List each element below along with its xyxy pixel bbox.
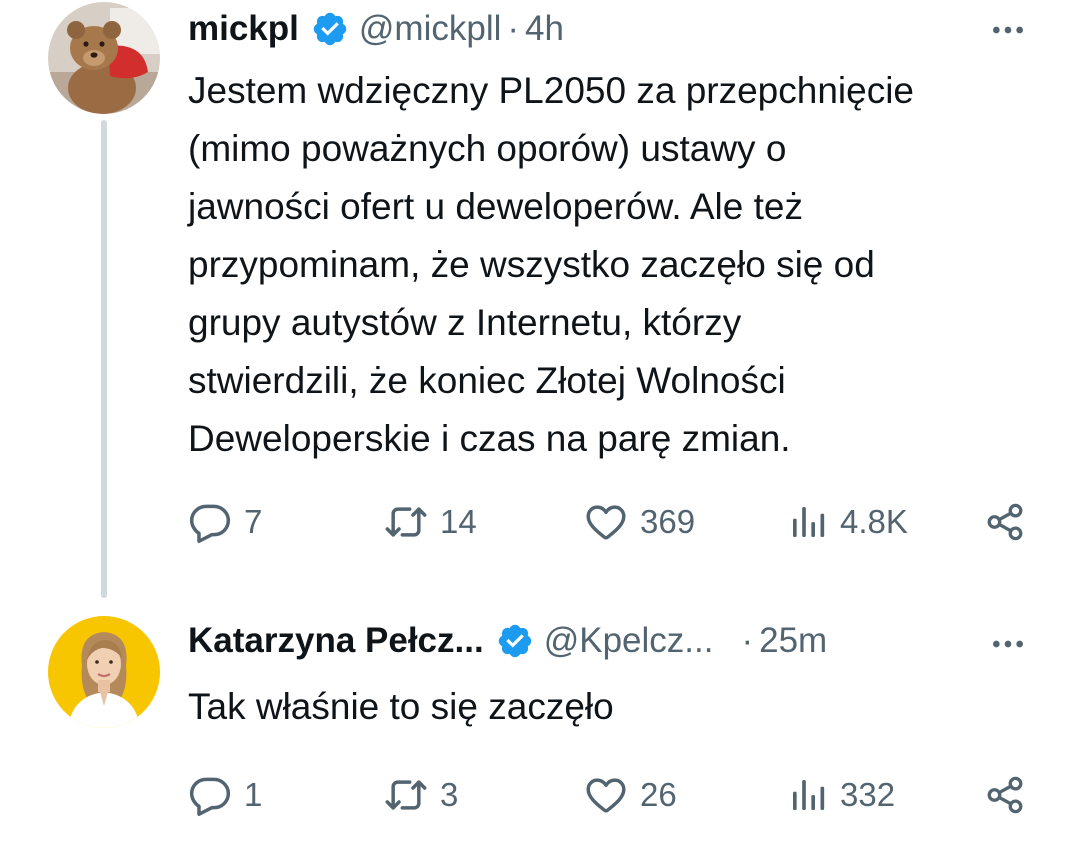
like-count: 26 [640, 776, 677, 813]
author-name[interactable]: mickpl [188, 9, 299, 49]
tweet-timestamp[interactable]: 25m [759, 621, 827, 661]
reply-icon [188, 773, 232, 817]
repost-button[interactable]: 14 [384, 497, 477, 547]
tweet-actions: 7 14 369 4.8K [188, 497, 1038, 547]
heart-icon [584, 500, 628, 544]
views-chart-icon [788, 775, 828, 815]
woman-portrait-avatar-icon [48, 616, 160, 728]
repost-icon [384, 500, 428, 544]
teddy-bear-avatar-icon [48, 2, 160, 114]
tweet-text-line: Deweloperskie i czas na parę zmian. [188, 418, 791, 459]
author-avatar-portrait[interactable] [48, 616, 160, 728]
more-options-button[interactable] [986, 622, 1030, 666]
like-button[interactable]: 26 [584, 770, 677, 820]
verified-badge-icon [311, 10, 349, 48]
separator-dot: · [507, 9, 520, 48]
reply-button[interactable]: 7 [188, 497, 262, 547]
reply-count: 1 [244, 776, 263, 813]
repost-count: 14 [440, 503, 477, 540]
tweet-header: mickpl @mickpll · 4h [188, 4, 564, 54]
views-button[interactable]: 332 [788, 770, 895, 820]
tweet-text: Tak właśnie to się zaczęło [188, 678, 1048, 736]
like-button[interactable]: 369 [584, 497, 695, 547]
tweet-main[interactable]: mickpl @mickpll · 4h Jestem wdzięczny PL… [0, 0, 1080, 600]
tweet-text-line: Tak właśnie to się zaczęło [188, 686, 614, 727]
separator-dot: · [741, 621, 754, 660]
share-button[interactable] [984, 497, 1026, 547]
author-handle[interactable]: @Kpelcz... [544, 621, 714, 661]
tweet-header: Katarzyna Pełcz... @Kpelcz... · 25m [188, 616, 827, 666]
tweet-reply[interactable]: Katarzyna Pełcz... @Kpelcz... · 25m Tak … [0, 600, 1080, 852]
author-handle[interactable]: @mickpll [359, 9, 501, 49]
tweet-text-line: (mimo poważnych oporów) ustawy o [188, 128, 787, 169]
thread-connector-line [101, 120, 107, 598]
author-name[interactable]: Katarzyna Pełcz... [188, 621, 484, 661]
tweet-text-line: przypominam, że wszystko zaczęło się od [188, 244, 875, 285]
views-count: 4.8K [840, 503, 908, 540]
more-options-button[interactable] [986, 8, 1030, 52]
reply-button[interactable]: 1 [188, 770, 262, 820]
share-button[interactable] [984, 770, 1026, 820]
tweet-text-line: jawności ofert u deweloperów. Ale też [188, 186, 803, 227]
tweet-text-line: grupy autystów z Internetu, którzy [188, 302, 742, 343]
views-button[interactable]: 4.8K [788, 497, 908, 547]
views-chart-icon [788, 502, 828, 542]
heart-icon [584, 773, 628, 817]
tweet-text-line: stwierdzili, że koniec Złotej Wolności [188, 360, 786, 401]
tweet-text-line: Jestem wdzięczny PL2050 za przepchnięcie [188, 70, 914, 111]
author-avatar-teddy-bear[interactable] [48, 2, 160, 114]
like-count: 369 [640, 503, 696, 540]
reply-icon [188, 500, 232, 544]
reply-count: 7 [244, 503, 263, 540]
more-dots-icon [988, 10, 1028, 50]
tweet-timestamp[interactable]: 4h [525, 9, 564, 49]
repost-count: 3 [440, 776, 459, 813]
verified-badge-icon [496, 622, 534, 660]
more-dots-icon [988, 624, 1028, 664]
repost-icon [384, 773, 428, 817]
share-icon [984, 501, 1026, 543]
tweet-actions: 1 3 26 332 [188, 770, 1038, 820]
share-icon [984, 774, 1026, 816]
views-count: 332 [840, 776, 896, 813]
repost-button[interactable]: 3 [384, 770, 458, 820]
tweet-text: Jestem wdzięczny PL2050 za przepchnięcie… [188, 62, 1048, 468]
